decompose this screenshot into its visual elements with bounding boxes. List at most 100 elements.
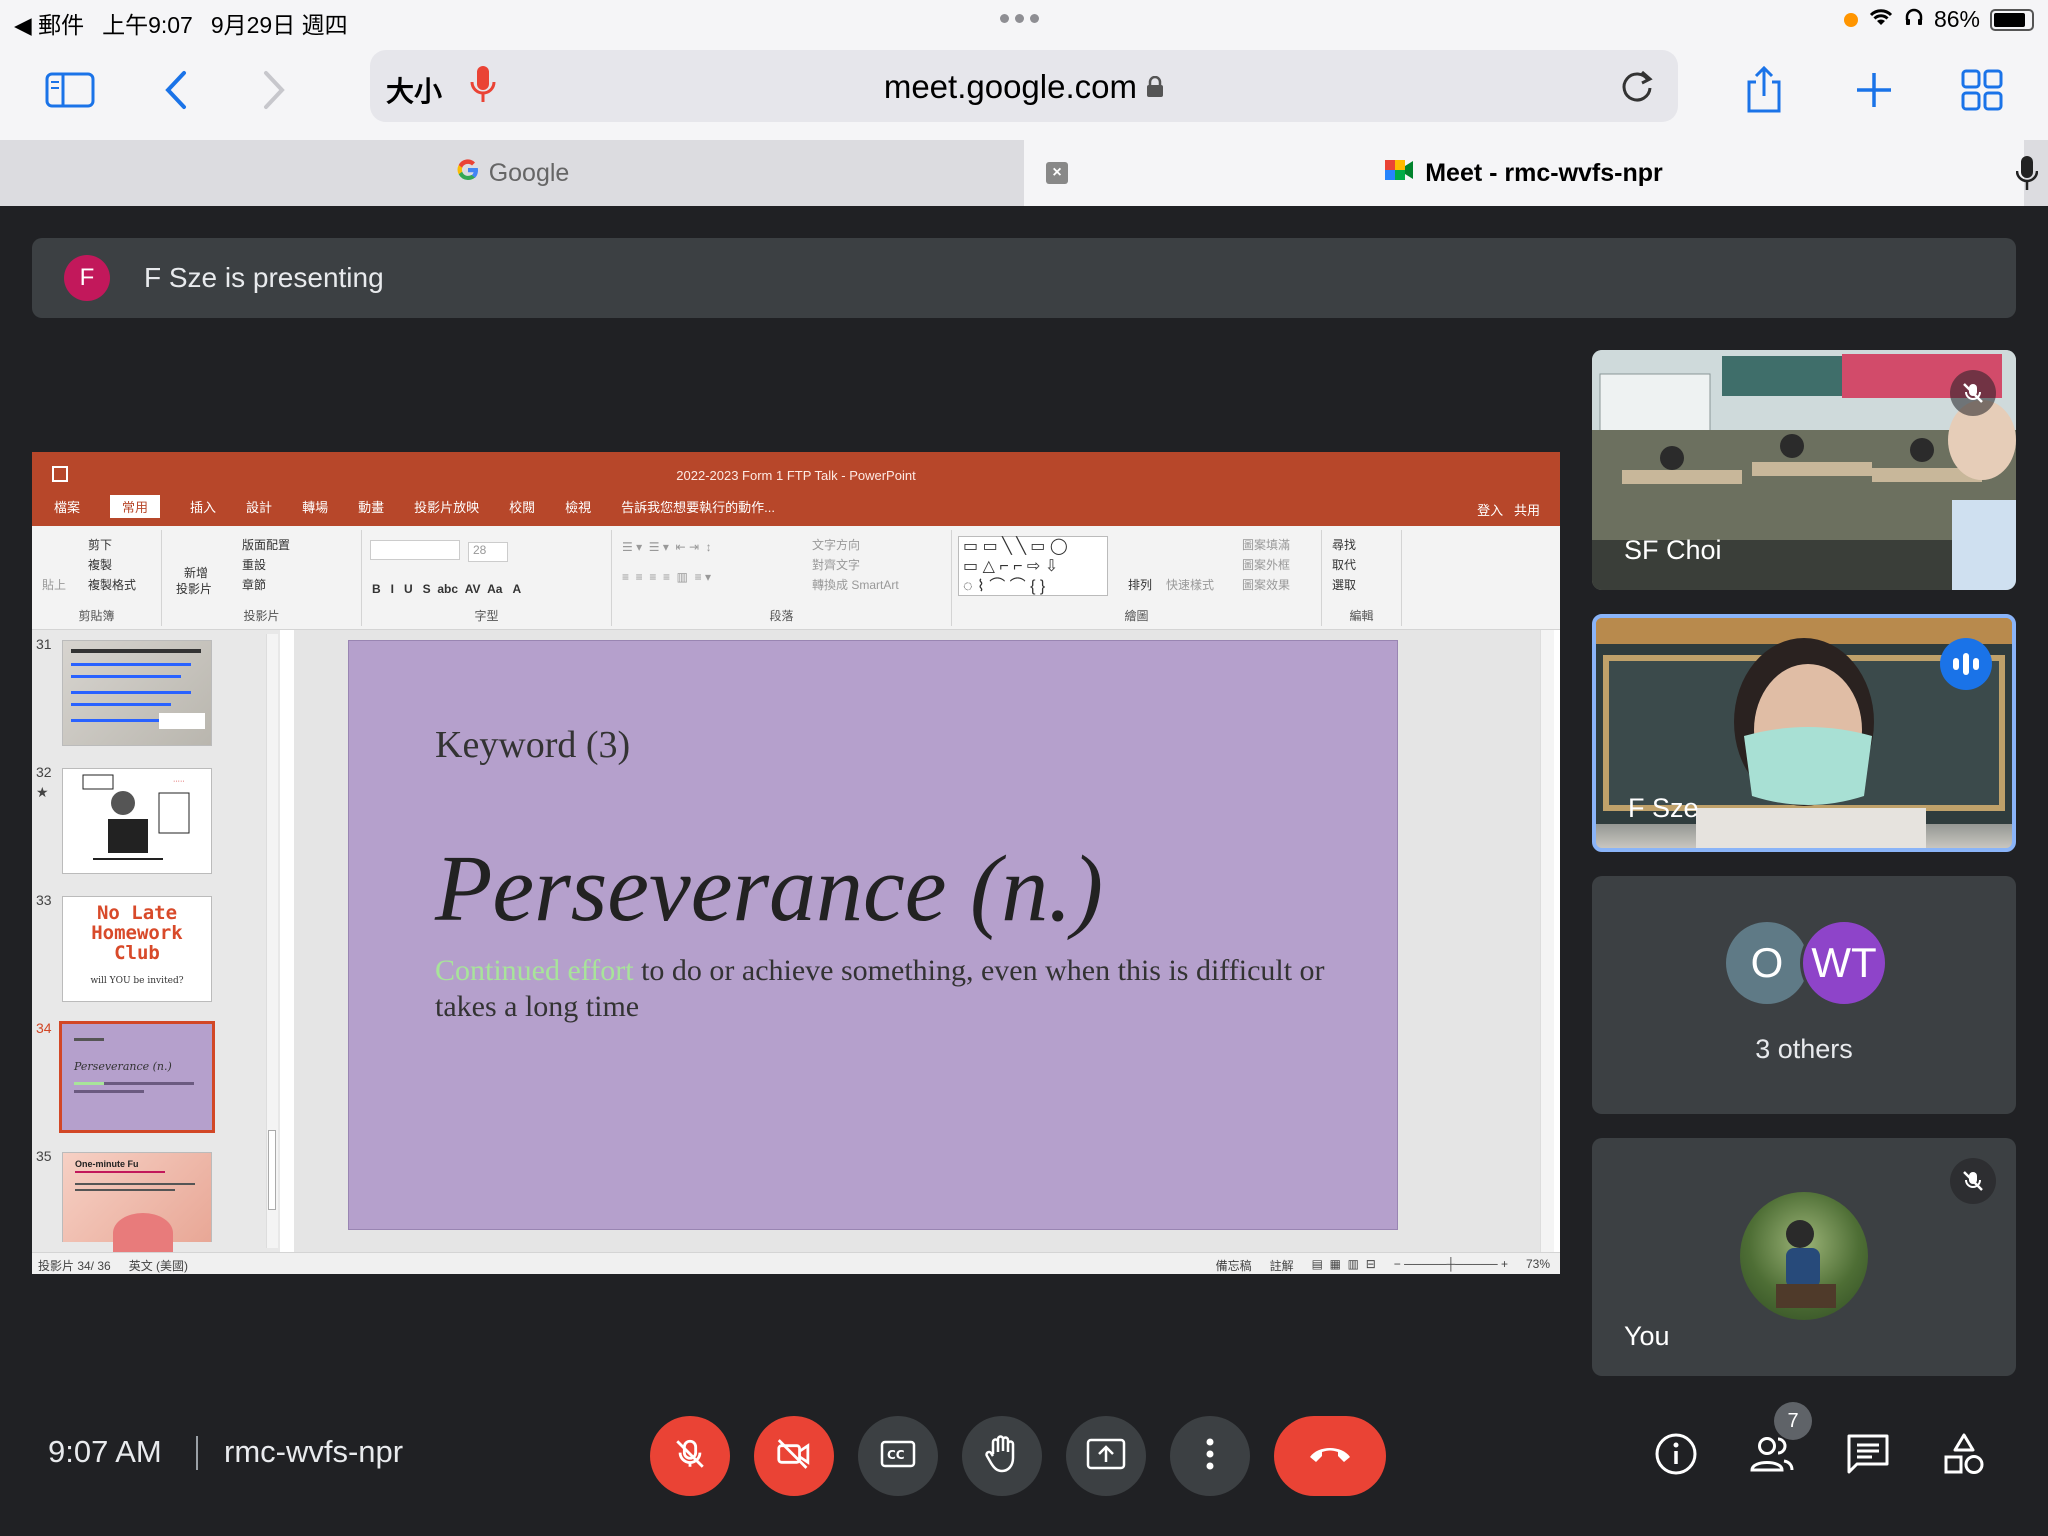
ppt-tab-transitions: 轉場 (302, 500, 329, 515)
sidebar-icon[interactable] (42, 62, 98, 118)
svg-text:CC: CC (887, 1448, 905, 1462)
ribbon-group-drawing: ▭ ▭ ╲ ╲ ▭ ◯ ▭ △ ⌐ ⌐ ⇨ ⇩ ◌ ⌇ ⌒ ⌒ { } 排列 快速樣… (952, 530, 1322, 626)
ppt-view-icons: ▤ ▦ ▥ ⊟ (1311, 1257, 1376, 1271)
ribbon-group-font: 28 B I U S abc AV Aa A 字型 (362, 530, 612, 626)
camera-toggle-button[interactable] (754, 1416, 834, 1496)
closed-captions-icon: CC (880, 1440, 916, 1473)
ppt-comments: 註解 (1269, 1259, 1294, 1273)
multitasking-dots-icon[interactable] (1000, 14, 1039, 23)
captions-button[interactable]: CC (858, 1416, 938, 1496)
meet-control-bar: 9:07 AM rmc-wvfs-npr CC 7 (0, 1392, 2048, 1536)
speaking-indicator-icon (1940, 638, 1992, 690)
url-text[interactable]: meet.google.com (884, 68, 1137, 105)
tab-strip: Google × Meet - rmc-wvfs-npr (0, 140, 2048, 206)
google-g-icon (455, 157, 481, 190)
participant-tile-you[interactable]: You (1592, 1138, 2016, 1376)
slide-thumbnail-34-selected: Perseverance (n.) (59, 1021, 215, 1133)
chat-button[interactable] (1836, 1424, 1900, 1488)
participant-name: F Sze (1628, 793, 1699, 823)
mic-in-use-indicator-icon (1843, 12, 1858, 27)
ppt-window-title: 2022-2023 Form 1 FTP Talk - PowerPoint (676, 468, 916, 483)
ppt-tab-view: 檢視 (565, 500, 592, 515)
forward-arrow-icon[interactable] (246, 62, 302, 118)
thumbnail-scrollbar (268, 1130, 276, 1210)
people-icon (1748, 1434, 1796, 1479)
mic-toggle-button[interactable] (650, 1416, 730, 1496)
more-vertical-icon (1205, 1437, 1215, 1476)
ppt-login-share: 登入 共用 (1477, 503, 1540, 518)
leave-call-button[interactable] (1274, 1416, 1386, 1496)
slide-main-word: Perseverance (n.) (435, 837, 1104, 941)
meeting-time: 9:07 AM (48, 1434, 162, 1469)
slide-definition: Continued effort to do or achieve someth… (435, 953, 1335, 1025)
status-bar: ◀ 郵件 上午9:07 9月29日 週四 86% (0, 0, 2048, 40)
tab-overview-icon[interactable] (1954, 62, 2010, 118)
address-bar[interactable]: 大小 meet.google.com (370, 50, 1678, 122)
meeting-details-button[interactable] (1644, 1424, 1708, 1488)
hang-up-icon (1306, 1443, 1354, 1470)
people-count-badge: 7 (1774, 1402, 1812, 1440)
present-screen-icon (1086, 1438, 1126, 1475)
activities-button[interactable] (1932, 1424, 1996, 1488)
ppt-ribbon: 貼上 剪下 複製 複製格式 剪貼簿 新增 投影片 版面配置 重設 章節 投影片 … (32, 526, 1560, 630)
ppt-status-bar: 投影片 34/ 36 英文 (美國) 備忘稿 註解 ▤ ▦ ▥ ⊟ − ────… (32, 1252, 1560, 1274)
hand-icon (985, 1434, 1019, 1479)
ppt-title-bar: 2022-2023 Form 1 FTP Talk - PowerPoint 檔… (32, 452, 1560, 526)
ppt-notes: 備忘稿 (1215, 1259, 1252, 1273)
ppt-tell-me: 告訴我您想要執行的動作... (621, 500, 775, 515)
presenting-banner: F F Sze is presenting (32, 238, 2016, 318)
slide-editing-stage: Keyword (3) Perseverance (n.) Continued … (294, 630, 1554, 1252)
back-arrow-icon[interactable] (148, 62, 204, 118)
present-screen-button[interactable] (1066, 1416, 1146, 1496)
slide-keyword-heading: Keyword (3) (435, 724, 631, 766)
close-tab-icon[interactable]: × (1046, 162, 1068, 184)
avatar-wt: WT (1800, 919, 1888, 1007)
battery-icon (1990, 8, 2034, 31)
slide-thumbnail-35: One-minute Fu (62, 1152, 212, 1253)
tab-google-title: Google (488, 158, 570, 187)
current-slide: Keyword (3) Perseverance (n.) Continued … (348, 640, 1398, 1230)
status-time: 上午9:07 (102, 12, 193, 38)
participant-tile-sf-choi[interactable]: SF Choi (1592, 350, 2016, 590)
share-icon[interactable] (1736, 62, 1792, 118)
back-to-mail-link[interactable]: ◀ 郵件 (14, 6, 84, 40)
meet-logo-icon (1385, 158, 1415, 189)
ppt-tab-insert: 插入 (190, 500, 217, 515)
new-tab-plus-icon[interactable] (1846, 62, 1902, 118)
tab-google[interactable]: Google (0, 140, 1024, 206)
participant-tile-f-sze[interactable]: F Sze (1592, 614, 2016, 852)
ppt-ribbon-tabs: 檔案 常用 插入 設計 轉場 動畫 投影片放映 校閱 檢視 告訴我您想要執行的動… (54, 495, 775, 518)
activities-shapes-icon (1942, 1432, 1986, 1481)
reload-icon[interactable] (1618, 66, 1656, 111)
browser-toolbar: 大小 meet.google.com (0, 40, 2048, 140)
ppt-zoom-slider: − ─────┼───── + (1393, 1257, 1508, 1271)
avatar-o: O (1726, 922, 1808, 1004)
ppt-tab-design: 設計 (246, 500, 273, 515)
ppt-tab-file: 檔案 (54, 500, 81, 515)
participant-name: SF Choi (1624, 535, 1722, 565)
ppt-language: 英文 (美國) (128, 1259, 189, 1273)
meeting-code: rmc-wvfs-npr (224, 1434, 404, 1469)
dictation-mic-icon[interactable] (2015, 154, 2039, 197)
lock-icon (1146, 68, 1164, 105)
camera-off-icon (776, 1437, 812, 1476)
raise-hand-button[interactable] (962, 1416, 1042, 1496)
more-options-button[interactable] (1170, 1416, 1250, 1496)
ribbon-group-editing: 尋找 取代 選取 編輯 (1322, 530, 1402, 626)
participant-tile-others[interactable]: O WT 3 others (1592, 876, 2016, 1114)
tab-meet[interactable]: × Meet - rmc-wvfs-npr (1024, 140, 2024, 206)
definition-highlight: Continued effort (435, 954, 634, 987)
participant-name: You (1624, 1321, 1670, 1351)
ribbon-group-paragraph: 文字方向 對齊文字 轉換成 SmartArt ☰ ▾ ☰ ▾ ⇤ ⇥ ↕ ≡ ≡… (612, 530, 952, 626)
slide-thumbnail-31 (62, 640, 212, 746)
headphones-icon (1904, 6, 1924, 33)
slide-thumbnail-33: No Late Homework Club will YOU be invite… (62, 896, 212, 1002)
self-avatar (1740, 1192, 1868, 1320)
ppt-tab-animations: 動畫 (358, 500, 385, 515)
status-date: 9月29日 週四 (210, 12, 348, 38)
ppt-tab-slideshow: 投影片放映 (414, 500, 480, 515)
tab-meet-title: Meet - rmc-wvfs-npr (1425, 158, 1663, 187)
shared-screen-powerpoint: 2022-2023 Form 1 FTP Talk - PowerPoint 檔… (32, 452, 1560, 1274)
ppt-tab-review: 校閱 (509, 500, 536, 515)
ppt-zoom: 73% (1525, 1257, 1550, 1271)
